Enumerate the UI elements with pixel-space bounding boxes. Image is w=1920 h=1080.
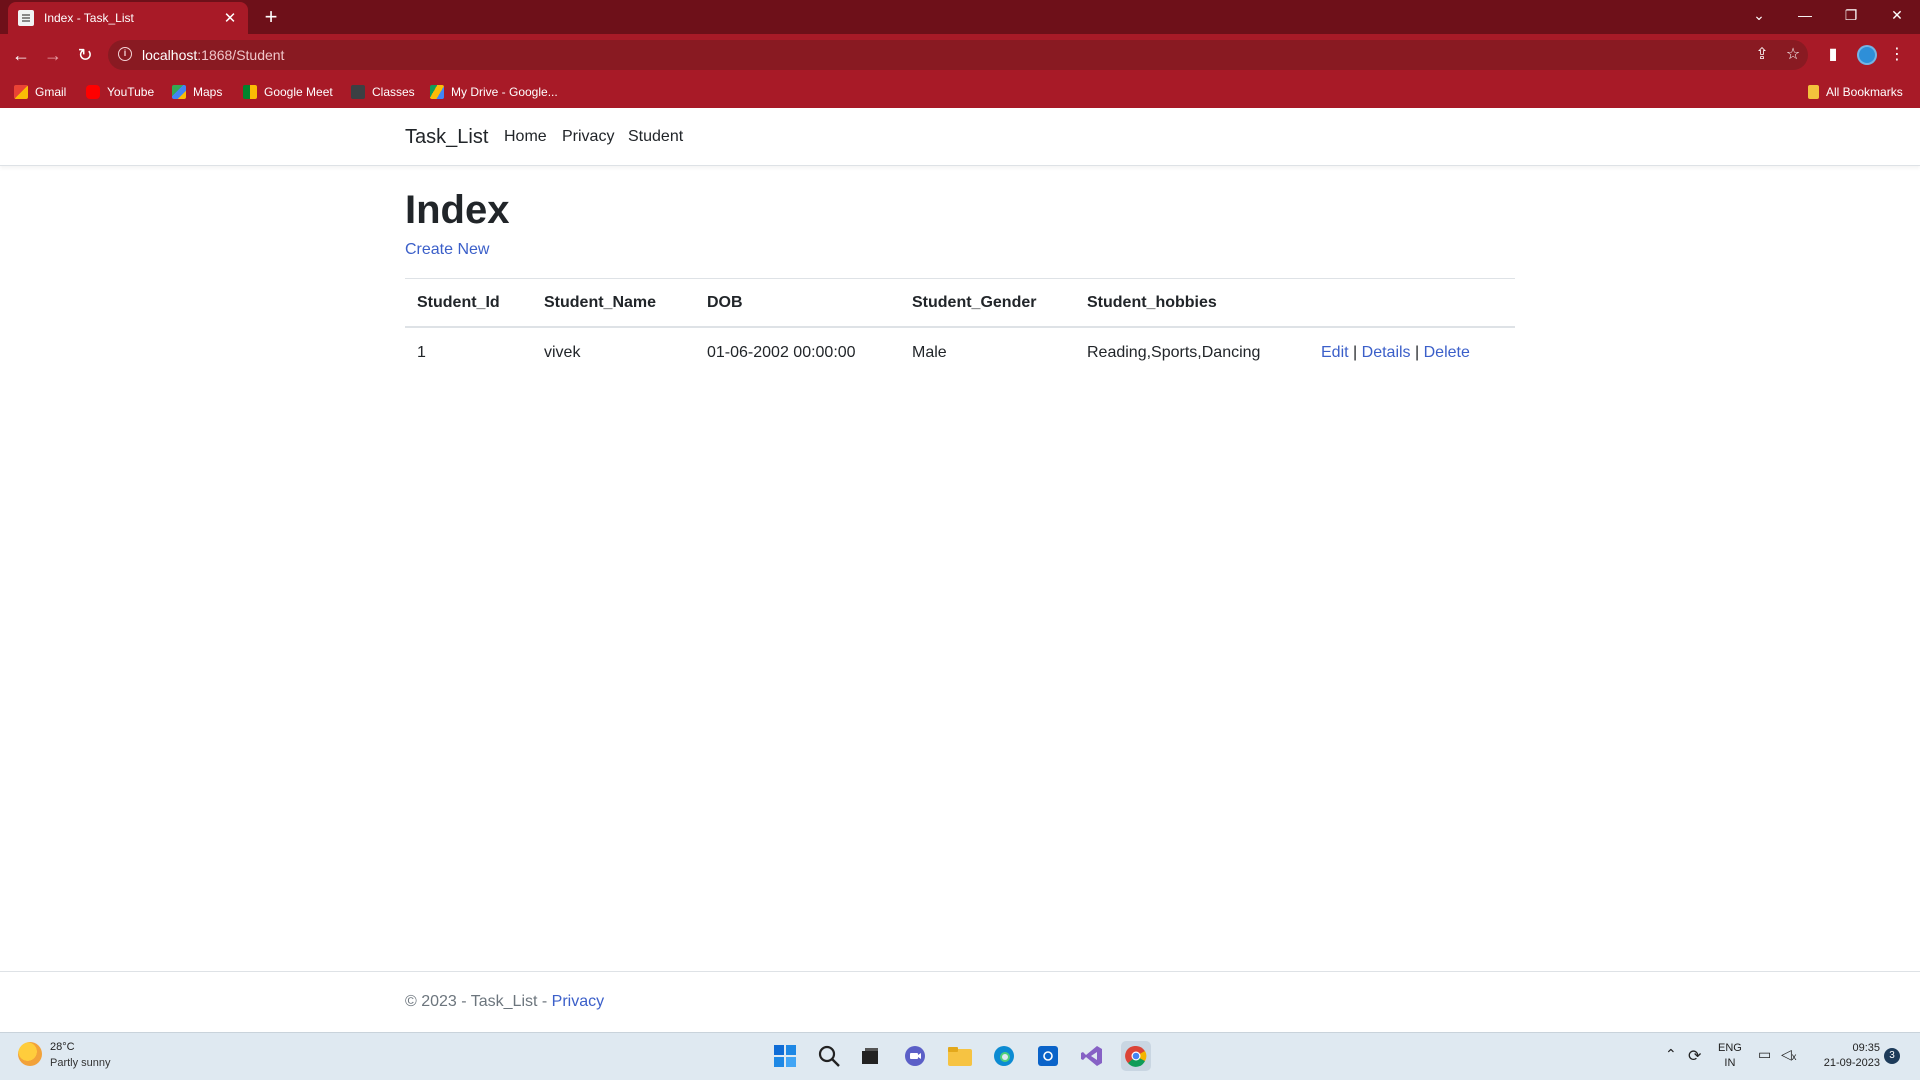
site-brand[interactable]: Task_List <box>405 126 488 149</box>
site-info-icon[interactable]: i <box>118 47 132 61</box>
bookmark-youtube[interactable]: YouTube <box>86 83 154 101</box>
restore-icon[interactable]: ❐ <box>1828 0 1874 30</box>
start-icon[interactable] <box>770 1041 800 1071</box>
page-icon <box>18 10 34 26</box>
bookmark-star-icon[interactable]: ☆ <box>1782 44 1804 66</box>
cell-hobbies: Reading,Sports,Dancing <box>1087 344 1261 361</box>
bookmark-label: Classes <box>372 85 415 99</box>
classroom-icon <box>351 85 365 99</box>
cell-actions: Edit | Details | Delete <box>1309 327 1515 378</box>
column-header: Student_hobbies <box>1075 278 1309 328</box>
nav-link-home[interactable]: Home <box>504 128 547 146</box>
cell-id: 1 <box>417 344 426 361</box>
details-link[interactable]: Details <box>1362 344 1411 361</box>
delete-link[interactable]: Delete <box>1424 344 1470 361</box>
profile-avatar[interactable] <box>1857 45 1877 65</box>
footer-privacy-link[interactable]: Privacy <box>552 993 604 1010</box>
column-header: Student_Gender <box>900 278 1075 328</box>
browser-tab[interactable]: Index - Task_List ✕ <box>8 2 248 34</box>
tab-close-icon[interactable]: ✕ <box>222 9 238 27</box>
notification-badge[interactable]: 3 <box>1884 1048 1900 1064</box>
side-panel-icon[interactable]: ▮ <box>1822 44 1844 66</box>
search-icon[interactable] <box>814 1041 844 1071</box>
bookmark-gmail[interactable]: Gmail <box>14 83 66 101</box>
weather-description[interactable]: Partly sunny <box>50 1057 111 1069</box>
clock-time: 09:35 <box>1852 1042 1880 1054</box>
page-title: Index <box>405 188 510 232</box>
clock[interactable]: 09:35 21-09-2023 <box>1800 1041 1880 1071</box>
url-host: localhost <box>142 47 198 63</box>
footer-copyright: © 2023 - Task_List - <box>405 993 552 1010</box>
chrome-icon[interactable] <box>1121 1041 1151 1071</box>
folder-icon <box>1808 85 1819 99</box>
file-explorer-icon[interactable] <box>945 1041 975 1071</box>
browser-tab-strip <box>0 0 1920 34</box>
nav-link-privacy[interactable]: Privacy <box>562 128 614 146</box>
back-icon[interactable]: ← <box>8 42 34 68</box>
cell-name: vivek <box>544 344 581 361</box>
visual-studio-icon[interactable] <box>1077 1041 1107 1071</box>
cell-dob: 01-06-2002 00:00:00 <box>707 344 856 361</box>
tab-title: Index - Task_List <box>44 11 134 25</box>
all-bookmarks-label: All Bookmarks <box>1826 85 1903 99</box>
bookmark-label: YouTube <box>107 85 155 99</box>
menu-icon[interactable]: ⋮ <box>1886 44 1908 66</box>
volume-muted-icon[interactable]: ◁ₓ <box>1781 1046 1796 1063</box>
bookmark-label: My Drive - Google... <box>451 85 558 99</box>
sync-status-icon[interactable]: ⟳ <box>1688 1046 1701 1066</box>
table-header-row: Student_Id Student_Name DOB Student_Gend… <box>405 278 1515 328</box>
bookmark-maps[interactable]: Maps <box>172 83 222 101</box>
weather-icon[interactable] <box>18 1042 42 1066</box>
window-controls: ⌄ — ❐ ✕ <box>1736 0 1920 30</box>
bookmark-label: Maps <box>193 85 223 99</box>
bookmark-classes[interactable]: Classes <box>351 83 415 101</box>
address-bar[interactable] <box>108 40 1808 70</box>
drive-icon <box>430 85 444 99</box>
weather-temperature[interactable]: 28°C <box>50 1041 75 1053</box>
clock-date: 21-09-2023 <box>1823 1057 1880 1069</box>
site-navbar <box>0 108 1920 166</box>
site-footer <box>0 971 1920 1032</box>
bookmark-google-meet[interactable]: Google Meet <box>243 83 333 101</box>
nav-link-student[interactable]: Student <box>628 128 683 146</box>
gmail-icon <box>14 85 28 99</box>
google-meet-icon <box>243 85 257 99</box>
column-header: DOB <box>695 278 900 328</box>
store-icon[interactable] <box>1033 1041 1063 1071</box>
url-text[interactable]: localhost:1868/Student <box>142 47 284 63</box>
footer-text: © 2023 - Task_List - Privacy <box>405 993 604 1011</box>
edit-link[interactable]: Edit <box>1321 344 1349 361</box>
new-tab-button[interactable]: + <box>258 4 284 30</box>
forward-icon[interactable]: → <box>40 42 66 68</box>
bookmark-label: Google Meet <box>264 85 333 99</box>
region-code: IN <box>1724 1057 1736 1069</box>
maps-icon <box>172 85 186 99</box>
table-row: 1 vivek 01-06-2002 00:00:00 Male Reading… <box>405 327 1515 378</box>
language-code: ENG <box>1718 1042 1742 1054</box>
network-icon[interactable]: ▭ <box>1758 1046 1771 1063</box>
close-window-icon[interactable]: ✕ <box>1874 0 1920 30</box>
create-new-link[interactable]: Create New <box>405 241 489 259</box>
column-header-actions <box>1309 278 1515 328</box>
share-icon[interactable]: ⇪ <box>1751 44 1773 66</box>
students-table: Student_Id Student_Name DOB Student_Gend… <box>405 278 1515 378</box>
all-bookmarks[interactable]: All Bookmarks <box>1808 83 1903 101</box>
task-view-icon[interactable] <box>855 1041 885 1071</box>
edge-icon[interactable] <box>989 1041 1019 1071</box>
action-separator: | <box>1415 344 1420 361</box>
url-path: :1868/Student <box>197 47 285 63</box>
action-separator: | <box>1353 344 1358 361</box>
cell-gender: Male <box>912 344 947 361</box>
column-header: Student_Name <box>532 278 695 328</box>
teams-chat-icon[interactable] <box>900 1041 930 1071</box>
column-header: Student_Id <box>405 278 532 328</box>
bookmark-my-drive[interactable]: My Drive - Google... <box>430 83 558 101</box>
show-hidden-icons[interactable]: ⌃ <box>1665 1046 1677 1063</box>
reload-icon[interactable]: ↻ <box>72 42 98 68</box>
tab-search-icon[interactable]: ⌄ <box>1736 0 1782 30</box>
youtube-icon <box>86 85 100 99</box>
minimize-icon[interactable]: — <box>1782 0 1828 30</box>
bookmark-label: Gmail <box>35 85 67 99</box>
language-indicator[interactable]: ENG IN <box>1718 1041 1742 1071</box>
